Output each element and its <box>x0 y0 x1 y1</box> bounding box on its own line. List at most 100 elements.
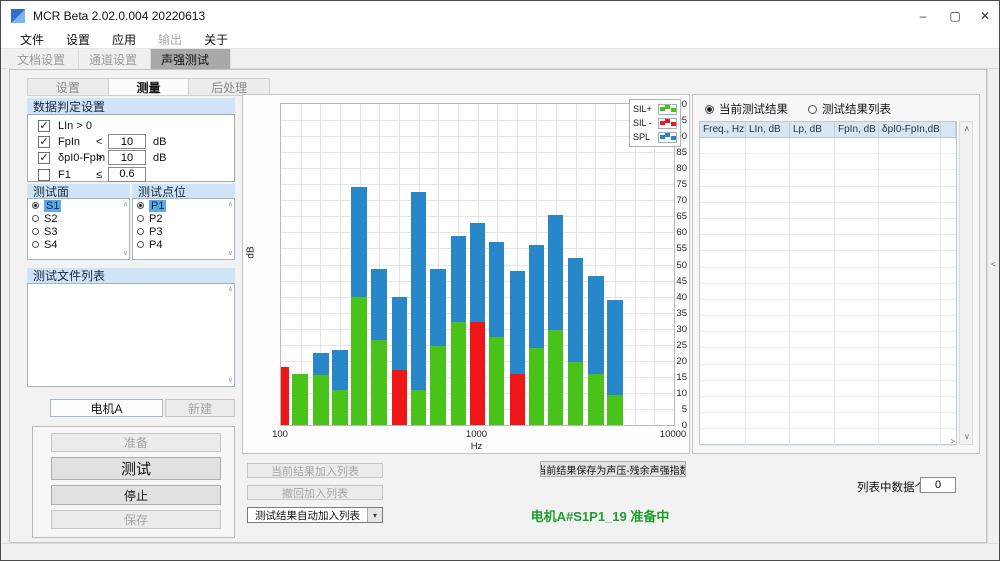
chevron-down-icon[interactable]: ▾ <box>367 508 382 522</box>
table-cell <box>700 348 746 363</box>
checkbox-1[interactable]: ✓ <box>38 136 50 148</box>
scroll-up-icon[interactable]: ∧ <box>123 201 128 208</box>
bar-sil-5000 <box>607 395 623 425</box>
subtab-postprocess[interactable]: 后处理 <box>189 79 269 95</box>
table-header-1[interactable]: LIn, dB <box>746 122 790 137</box>
point-list: P1P2P3P4 ∧ ∨ <box>132 198 235 260</box>
table-cell <box>790 219 835 234</box>
file-list-title: 测试文件列表 <box>27 268 235 283</box>
point-item-P1[interactable]: P1 <box>133 199 234 212</box>
scroll-up-icon[interactable]: ∧ <box>228 286 233 293</box>
table-horizontal-scrollbar[interactable]: > <box>699 436 957 447</box>
judge-value-input-2[interactable] <box>108 150 146 165</box>
checkbox-3[interactable] <box>38 169 50 181</box>
surface-item-S3[interactable]: S3 <box>28 225 129 238</box>
table-header-2[interactable]: Lp, dB <box>790 122 835 137</box>
menu-settings[interactable]: 设置 <box>55 31 101 49</box>
scroll-up-icon[interactable]: ∧ <box>964 125 970 133</box>
result-radio-0[interactable]: 当前测试结果 <box>705 102 788 116</box>
y-axis-label: dB <box>246 246 257 258</box>
result-table[interactable]: Freq., HzLIn, dBLp, dBFpIn, dBδpI0-FpIn,… <box>699 121 957 445</box>
table-cell <box>746 170 790 185</box>
collapse-left-icon[interactable]: < <box>991 261 996 269</box>
tab-document-settings[interactable]: 文档设置 <box>7 49 79 69</box>
judge-value-input-1[interactable] <box>108 134 146 149</box>
table-cell <box>835 154 879 169</box>
app-window: MCR Beta 2.02.0.004 20220613 – ▢ ✕ 文件设置应… <box>0 0 1000 561</box>
close-button[interactable]: ✕ <box>969 1 1000 31</box>
menu-application[interactable]: 应用 <box>101 31 147 49</box>
checkbox-0[interactable]: ✓ <box>38 120 50 132</box>
bar-sil-2000 <box>529 348 545 425</box>
table-cell <box>879 154 941 169</box>
save-as-pressure-button[interactable]: 当前结果保存为声压-残余声强指数 <box>540 461 686 477</box>
table-row <box>700 268 956 284</box>
point-item-P4[interactable]: P4 <box>133 238 234 251</box>
table-cell <box>790 381 835 396</box>
legend-label-0: SIL+ <box>633 104 652 114</box>
menu-about[interactable]: 关于 <box>193 31 239 49</box>
surface-item-S4[interactable]: S4 <box>28 238 129 251</box>
new-button[interactable]: 新建 <box>165 399 235 417</box>
bar-sil-125 <box>292 374 308 425</box>
scroll-down-icon[interactable]: ∨ <box>228 250 233 257</box>
menu-file[interactable]: 文件 <box>9 31 55 49</box>
bar-spl-5000 <box>607 300 623 395</box>
table-header-3[interactable]: FpIn, dB <box>835 122 879 137</box>
right-splitter[interactable]: < <box>987 69 1000 543</box>
scroll-down-icon[interactable]: ∨ <box>228 377 233 384</box>
table-cell <box>746 187 790 202</box>
point-list-title: 测试点位 <box>132 184 235 198</box>
table-row <box>700 203 956 219</box>
subtab-setup[interactable]: 设置 <box>28 79 109 95</box>
table-cell <box>700 284 746 299</box>
point-item-P2[interactable]: P2 <box>133 212 234 225</box>
maximize-button[interactable]: ▢ <box>939 1 971 31</box>
result-radio-1[interactable]: 测试结果列表 <box>808 102 891 116</box>
table-cell <box>790 203 835 218</box>
y-tick-65: 65 <box>657 211 687 222</box>
test-file-list[interactable]: ∧ ∨ <box>27 283 235 387</box>
table-header-0[interactable]: Freq., Hz <box>700 122 746 137</box>
undo-add-button[interactable]: 撤回加入列表 <box>247 485 383 500</box>
stop-button[interactable]: 停止 <box>51 485 221 505</box>
table-cell <box>746 268 790 283</box>
y-tick-60: 60 <box>657 227 687 238</box>
table-row <box>700 251 956 267</box>
table-cell <box>835 235 879 250</box>
table-cell <box>879 203 941 218</box>
menu-output[interactable]: 输出 <box>147 31 193 49</box>
y-tick-30: 30 <box>657 324 687 335</box>
scroll-right-icon[interactable]: > <box>950 438 955 446</box>
table-cell <box>790 365 835 380</box>
table-cell <box>790 187 835 202</box>
add-current-result-button[interactable]: 当前结果加入列表 <box>247 463 383 478</box>
scroll-up-icon[interactable]: ∧ <box>228 201 233 208</box>
scroll-down-icon[interactable]: ∨ <box>123 250 128 257</box>
table-cell <box>879 170 941 185</box>
app-logo-icon <box>11 9 25 23</box>
tab-channel-settings[interactable]: 通道设置 <box>79 49 151 69</box>
table-row <box>700 413 956 429</box>
judge-value-input-3[interactable] <box>108 167 146 182</box>
tab-sound-intensity-test[interactable]: 声强测试 <box>151 49 231 69</box>
surface-item-S1[interactable]: S1 <box>28 199 129 212</box>
table-cell <box>879 235 941 250</box>
table-cell <box>790 170 835 185</box>
table-vertical-scrollbar[interactable]: ∧ ∨ <box>959 121 973 445</box>
table-cell <box>746 138 790 153</box>
point-item-P3[interactable]: P3 <box>133 225 234 238</box>
table-header-4[interactable]: δpI0-FpIn,dB <box>879 122 941 137</box>
device-button[interactable]: 电机A <box>50 399 163 417</box>
test-button[interactable]: 测试 <box>51 457 221 480</box>
checkbox-2[interactable]: ✓ <box>38 152 50 164</box>
auto-add-dropdown[interactable]: 测试结果自动加入列表 ▾ <box>247 507 383 523</box>
subtab-measure[interactable]: 测量 <box>109 79 190 95</box>
list-count-input[interactable] <box>920 477 956 493</box>
table-cell <box>746 235 790 250</box>
prepare-button[interactable]: 准备 <box>51 433 221 452</box>
minimize-button[interactable]: – <box>907 1 939 31</box>
scroll-down-icon[interactable]: ∨ <box>964 433 970 441</box>
surface-item-S2[interactable]: S2 <box>28 212 129 225</box>
save-button[interactable]: 保存 <box>51 510 221 529</box>
